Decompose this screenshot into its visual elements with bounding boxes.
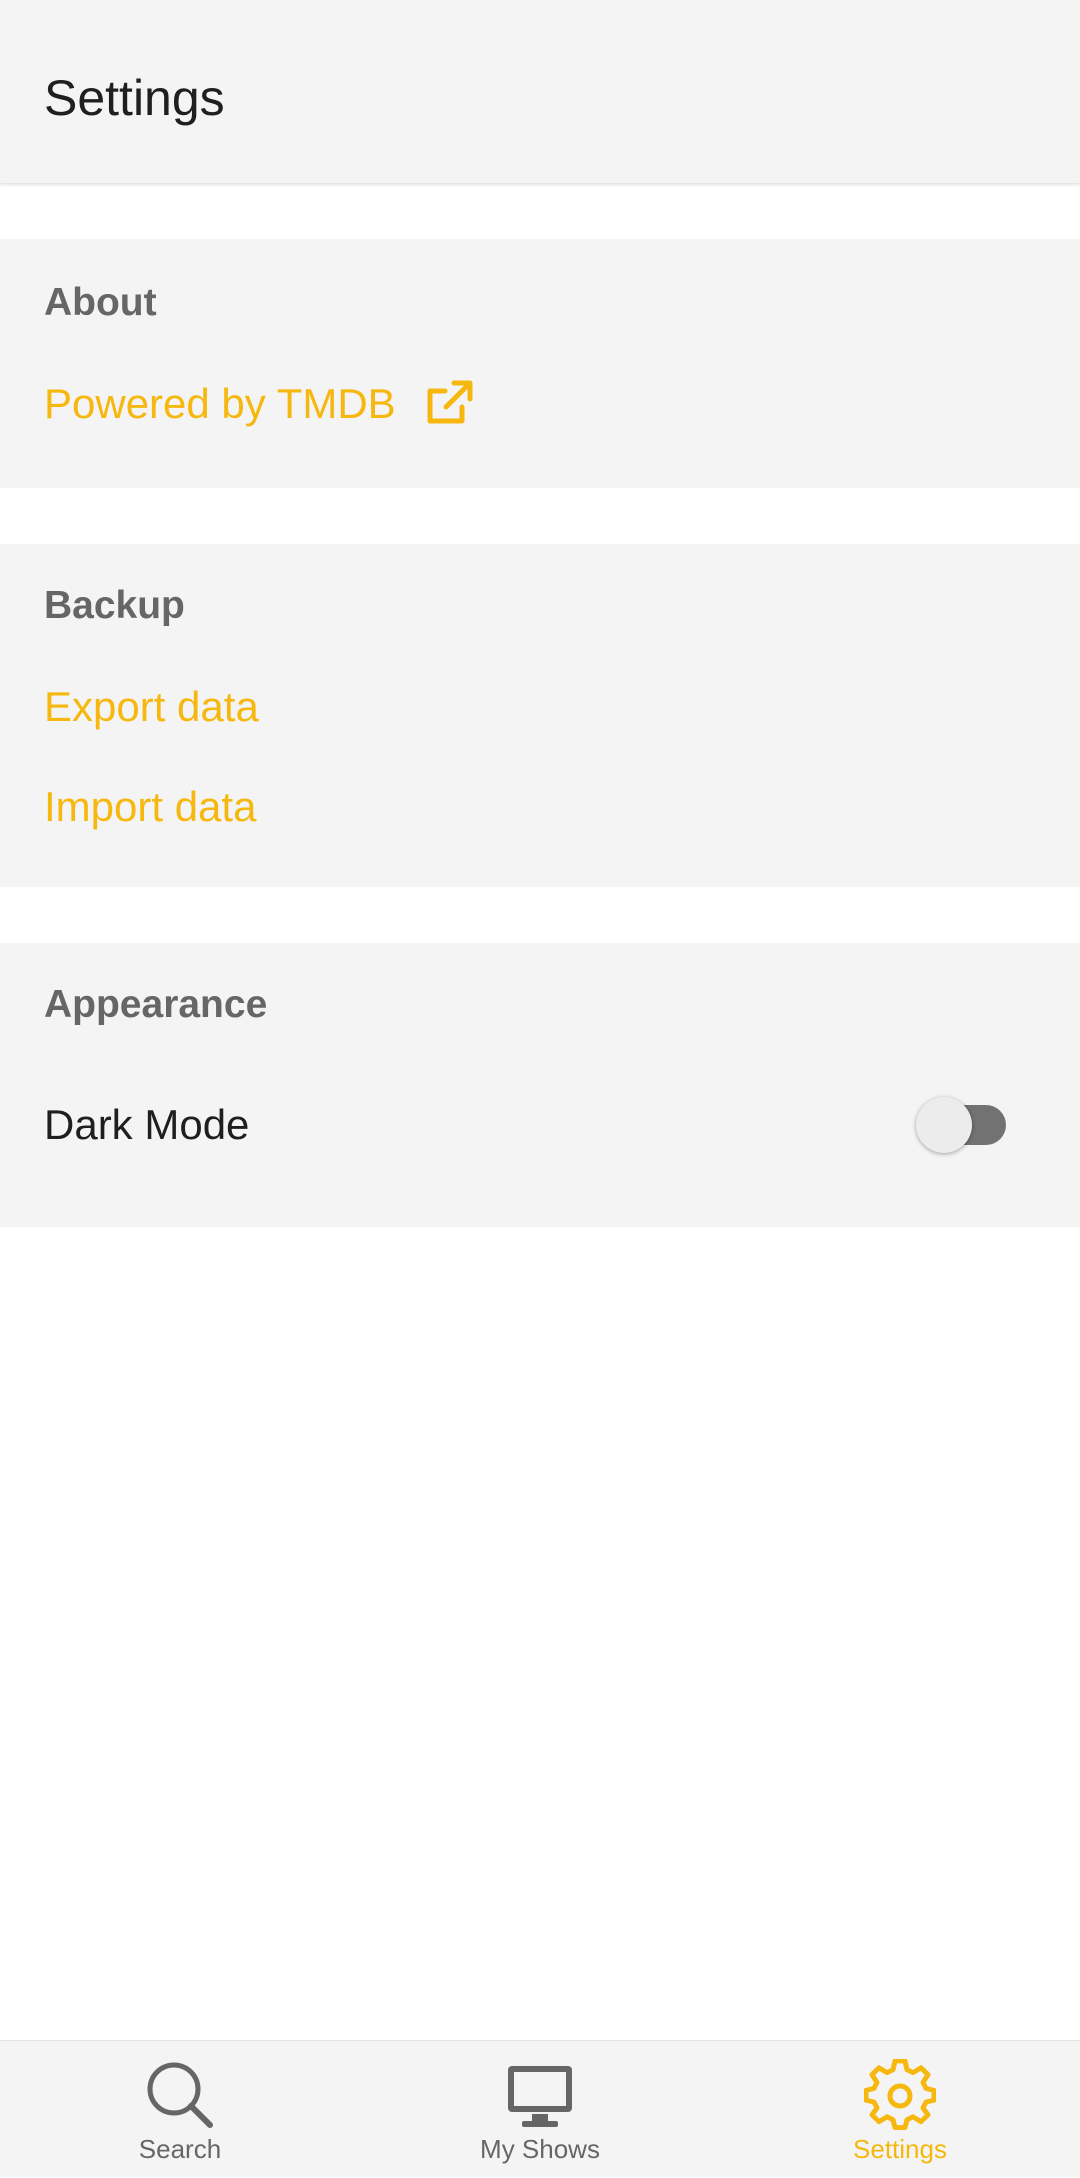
page-title: Settings [44,70,225,126]
dark-mode-toggle-thumb [916,1097,972,1153]
search-icon [147,2062,213,2128]
nav-label-search: Search [138,2134,222,2164]
about-section: About Powered by TMDB [0,239,1080,488]
gear-icon [864,2059,936,2131]
appearance-section-title: Appearance [44,983,268,1026]
bottom-navigation: Search My Shows Settings [0,2040,1080,2177]
dark-mode-toggle[interactable] [916,1086,1016,1153]
powered-by-tmdb-label: Powered by TMDB [44,380,396,427]
nav-item-my-shows[interactable]: My Shows [360,2041,720,2178]
export-data-button[interactable]: Export data [44,682,259,732]
nav-item-settings[interactable]: Settings [720,2041,1080,2178]
tv-icon [508,2066,572,2127]
external-link-icon [424,379,474,429]
backup-section: Backup Export data Import data [0,544,1080,887]
import-data-button[interactable]: Import data [44,782,256,832]
about-section-title: About [44,281,157,324]
nav-item-search[interactable]: Search [0,2041,360,2178]
appearance-section: Appearance Dark Mode [0,943,1080,1227]
powered-by-tmdb-link[interactable]: Powered by TMDB [44,379,474,429]
backup-section-title: Backup [44,584,185,627]
nav-label-my-shows: My Shows [480,2134,600,2164]
nav-label-settings: Settings [853,2134,947,2164]
app-bar: Settings [0,0,1080,183]
dark-mode-label: Dark Mode [44,1101,250,1148]
